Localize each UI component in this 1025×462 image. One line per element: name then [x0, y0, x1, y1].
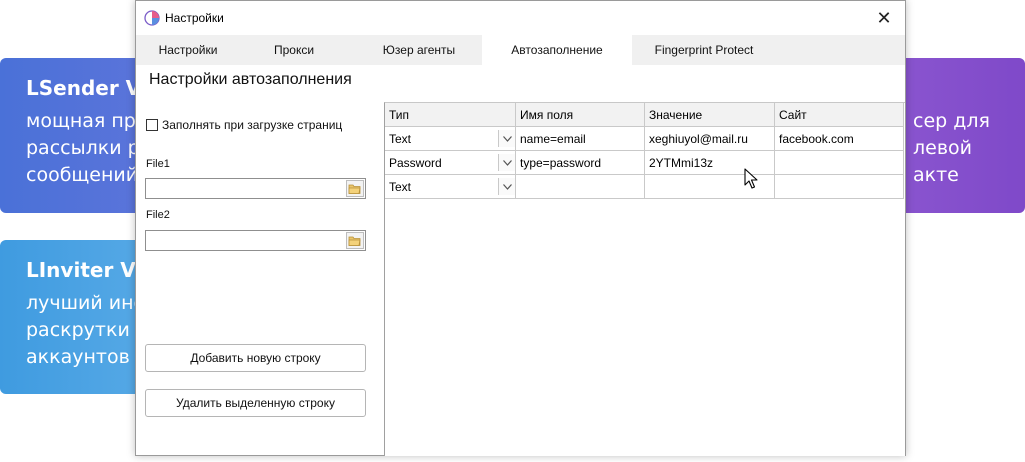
value-cell[interactable]: xeghiuyol@mail.ru — [645, 127, 775, 151]
column-header-value[interactable]: Значение — [645, 103, 775, 127]
site-cell[interactable] — [775, 175, 904, 199]
chevron-down-icon[interactable] — [498, 178, 515, 195]
site-cell[interactable]: facebook.com — [775, 127, 904, 151]
tab-user-agents[interactable]: Юзер агенты — [358, 35, 480, 65]
file2-label: File2 — [146, 209, 170, 221]
window-title: Настройки — [165, 11, 224, 25]
title-bar[interactable]: Настройки ✕ — [136, 1, 905, 35]
table-row[interactable]: Text — [385, 175, 905, 199]
tab-fingerprint-protect[interactable]: Fingerprint Protect — [634, 35, 774, 65]
folder-open-icon[interactable] — [346, 180, 364, 197]
site-cell[interactable] — [775, 151, 904, 175]
mouse-cursor-icon — [744, 168, 758, 189]
tab-bar: Настройки Прокси Юзер агенты Автозаполне… — [136, 35, 905, 65]
grid-header-row: Тип Имя поля Значение Сайт — [385, 103, 905, 127]
promo-title: LInviter VK — [26, 258, 150, 282]
tab-proxy[interactable]: Прокси — [246, 35, 342, 65]
section-title: Настройки автозаполнения — [149, 71, 352, 88]
promo-line: раскрутки — [26, 319, 130, 341]
promo-title: LSender VK — [26, 76, 150, 100]
tab-autofill[interactable]: Автозаполнение — [482, 35, 632, 65]
promo-line: сообщений — [26, 164, 139, 186]
promo-line: левой — [913, 137, 973, 159]
file2-input[interactable] — [145, 230, 366, 251]
column-header-type[interactable]: Тип — [385, 103, 516, 127]
promo-line: акте — [913, 164, 959, 186]
file1-input[interactable] — [145, 178, 366, 199]
autofill-grid: Тип Имя поля Значение Сайт Text name=ema… — [384, 102, 905, 456]
delete-row-button[interactable]: Удалить выделенную строку — [145, 389, 366, 417]
autofill-on-load-checkbox[interactable] — [146, 119, 158, 131]
field-name-cell[interactable] — [516, 175, 645, 199]
type-select-value: Text — [389, 132, 412, 146]
promo-card-lsender: LSender VK мощная про рассылки р сообщен… — [0, 58, 150, 213]
promo-line: мощная про — [26, 110, 148, 132]
field-name-cell[interactable]: type=password — [516, 151, 645, 175]
type-select-value: Text — [389, 180, 412, 194]
type-select[interactable]: Password — [385, 151, 516, 175]
promo-line: сер для — [913, 110, 990, 132]
table-row[interactable]: Password type=password 2YTMmi13z — [385, 151, 905, 175]
promo-line: аккаунтов — [26, 346, 130, 368]
promo-line: лучший инс — [26, 292, 144, 314]
promo-card-right: сер для левой акте — [895, 58, 1025, 213]
tab-settings[interactable]: Настройки — [142, 35, 234, 65]
add-row-button[interactable]: Добавить новую строку — [145, 344, 366, 372]
column-header-site[interactable]: Сайт — [775, 103, 904, 127]
column-header-field-name[interactable]: Имя поля — [516, 103, 645, 127]
table-row[interactable]: Text name=email xeghiuyol@mail.ru facebo… — [385, 127, 905, 151]
chevron-down-icon[interactable] — [498, 154, 515, 171]
file1-label: File1 — [146, 158, 170, 170]
autofill-on-load-label[interactable]: Заполнять при загрузке страниц — [162, 118, 342, 132]
type-select[interactable]: Text — [385, 127, 516, 151]
close-button[interactable]: ✕ — [869, 5, 899, 31]
field-name-cell[interactable]: name=email — [516, 127, 645, 151]
folder-open-icon[interactable] — [346, 232, 364, 249]
app-logo-icon — [144, 10, 160, 26]
autofill-on-load-option[interactable]: Заполнять при загрузке страниц — [146, 118, 342, 132]
promo-line: рассылки р — [26, 137, 140, 159]
type-select[interactable]: Text — [385, 175, 516, 199]
settings-window: Настройки ✕ Настройки Прокси Юзер агенты… — [135, 0, 906, 456]
chevron-down-icon[interactable] — [498, 130, 515, 147]
promo-card-linviter: LInviter VK лучший инс раскрутки аккаунт… — [0, 240, 150, 394]
type-select-value: Password — [389, 156, 442, 170]
